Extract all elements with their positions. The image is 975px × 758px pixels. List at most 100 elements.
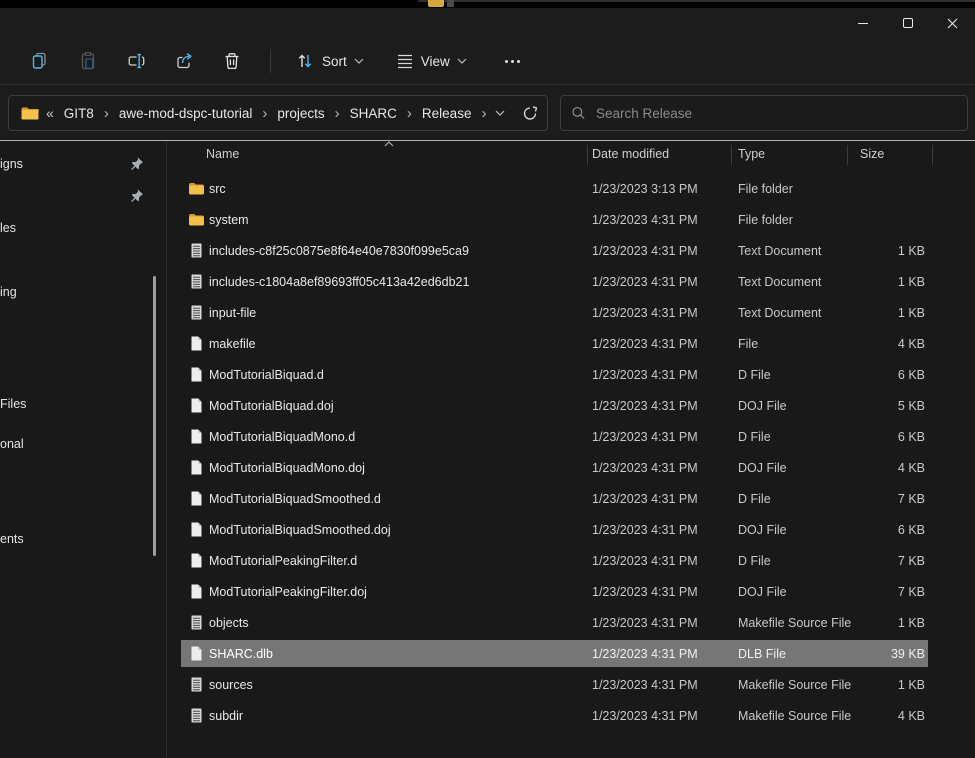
minimize-button[interactable] bbox=[840, 8, 885, 38]
tab-folder-icon bbox=[428, 0, 444, 7]
search-input[interactable] bbox=[596, 106, 957, 121]
file-row[interactable]: includes-c8f25c0875e8f64e40e7830f099e5ca… bbox=[168, 235, 975, 266]
breadcrumb-item[interactable]: awe-mod-dspc-tutorial bbox=[117, 106, 255, 121]
view-label: View bbox=[421, 54, 450, 69]
file-type-icon bbox=[188, 614, 205, 631]
sidebar-item[interactable]: igns bbox=[0, 155, 160, 173]
file-row[interactable]: ModTutorialBiquad.d 1/23/2023 4:31 PM D … bbox=[168, 359, 975, 390]
column-header-size[interactable]: Size bbox=[860, 147, 884, 161]
file-row[interactable]: includes-c1804a8ef89693ff05c413a42ed6db2… bbox=[168, 266, 975, 297]
paste-button[interactable] bbox=[64, 44, 112, 78]
file-name: ModTutorialBiquadMono.doj bbox=[209, 461, 365, 475]
paste-icon bbox=[78, 51, 98, 71]
refresh-icon[interactable] bbox=[521, 104, 539, 122]
file-row[interactable]: ModTutorialBiquad.doj 1/23/2023 4:31 PM … bbox=[168, 390, 975, 421]
sidebar-item[interactable]: ing bbox=[0, 283, 160, 301]
breadcrumb-item[interactable]: SHARC bbox=[348, 106, 399, 121]
navigation-pane: igns les ing Files onal ents bbox=[0, 141, 167, 758]
file-type-icon bbox=[188, 273, 205, 290]
sidebar-item[interactable]: ents bbox=[0, 530, 160, 548]
column-separator[interactable] bbox=[932, 145, 933, 165]
search-box bbox=[560, 95, 968, 131]
text-document-icon bbox=[188, 242, 205, 259]
file-row[interactable]: ModTutorialBiquadMono.doj 1/23/2023 4:31… bbox=[168, 452, 975, 483]
view-button[interactable]: View bbox=[388, 44, 475, 78]
column-separator[interactable] bbox=[731, 145, 732, 165]
file-row[interactable]: ModTutorialBiquadMono.d 1/23/2023 4:31 P… bbox=[168, 421, 975, 452]
file-row[interactable]: makefile 1/23/2023 4:31 PM File 4 KB bbox=[168, 328, 975, 359]
file-size: 1 KB bbox=[768, 244, 925, 258]
address-bar[interactable]: « GIT8›awe-mod-dspc-tutorial›projects›SH… bbox=[8, 95, 548, 131]
text-document-icon bbox=[188, 273, 205, 290]
file-icon bbox=[188, 397, 205, 414]
file-row[interactable]: input-file 1/23/2023 4:31 PM Text Docume… bbox=[168, 297, 975, 328]
file-type: File bbox=[738, 337, 758, 351]
file-name: includes-c8f25c0875e8f64e40e7830f099e5ca… bbox=[209, 244, 469, 258]
breadcrumb-item[interactable]: Release bbox=[420, 106, 474, 121]
file-size: 6 KB bbox=[768, 368, 925, 382]
sidebar-item[interactable]: onal bbox=[0, 435, 160, 453]
sidebar-item-label: ing bbox=[0, 285, 17, 299]
file-type-icon bbox=[188, 459, 205, 476]
file-row[interactable]: objects 1/23/2023 4:31 PM Makefile Sourc… bbox=[168, 607, 975, 638]
file-row[interactable]: ModTutorialBiquadSmoothed.doj 1/23/2023 … bbox=[168, 514, 975, 545]
pin-icon bbox=[129, 188, 144, 203]
file-name: ModTutorialPeakingFilter.doj bbox=[209, 585, 367, 599]
file-name: objects bbox=[209, 616, 249, 630]
text-document-icon bbox=[188, 707, 205, 724]
file-size: 39 KB bbox=[768, 647, 925, 661]
file-type: D File bbox=[738, 368, 771, 382]
sidebar-item-label: les bbox=[0, 221, 16, 235]
sidebar-scrollbar[interactable] bbox=[153, 276, 156, 556]
window-controls bbox=[840, 8, 975, 38]
file-type: D File bbox=[738, 492, 771, 506]
sidebar-item[interactable] bbox=[0, 187, 160, 205]
file-date-modified: 1/23/2023 4:31 PM bbox=[592, 430, 698, 444]
file-type-icon bbox=[188, 366, 205, 383]
sidebar-item[interactable]: Files bbox=[0, 395, 160, 413]
file-date-modified: 1/23/2023 4:31 PM bbox=[592, 368, 698, 382]
rename-button[interactable] bbox=[112, 44, 160, 78]
sidebar-item[interactable]: les bbox=[0, 219, 160, 237]
file-name: ModTutorialBiquadMono.d bbox=[209, 430, 355, 444]
column-header-date-modified[interactable]: Date modified bbox=[592, 147, 669, 161]
file-name: subdir bbox=[209, 709, 243, 723]
text-document-icon bbox=[188, 614, 205, 631]
file-row[interactable]: subdir 1/23/2023 4:31 PM Makefile Source… bbox=[168, 700, 975, 731]
close-button[interactable] bbox=[930, 8, 975, 38]
breadcrumb-overflow-chevron[interactable]: « bbox=[46, 105, 54, 121]
file-type-icon bbox=[188, 211, 205, 228]
trash-icon bbox=[222, 51, 242, 71]
file-type-icon bbox=[188, 707, 205, 724]
file-row[interactable]: sources 1/23/2023 4:31 PM Makefile Sourc… bbox=[168, 669, 975, 700]
sort-button[interactable]: Sort bbox=[287, 44, 372, 78]
copy-button[interactable] bbox=[16, 44, 64, 78]
file-row[interactable]: src 1/23/2023 3:13 PM File folder bbox=[168, 173, 975, 204]
file-date-modified: 1/23/2023 4:31 PM bbox=[592, 213, 698, 227]
rename-icon bbox=[126, 51, 146, 71]
see-more-button[interactable] bbox=[497, 44, 528, 78]
file-row[interactable]: SHARC.dlb 1/23/2023 4:31 PM DLB File 39 … bbox=[168, 638, 975, 669]
file-row[interactable]: ModTutorialPeakingFilter.doj 1/23/2023 4… bbox=[168, 576, 975, 607]
file-type-icon bbox=[188, 428, 205, 445]
column-separator[interactable] bbox=[847, 145, 848, 165]
file-size: 1 KB bbox=[768, 678, 925, 692]
file-row[interactable]: ModTutorialPeakingFilter.d 1/23/2023 4:3… bbox=[168, 545, 975, 576]
share-button[interactable] bbox=[160, 44, 208, 78]
file-explorer-window: Sort View « GIT8›awe-mod-dspc-tutorial›p… bbox=[0, 0, 975, 758]
address-dropdown-chevron[interactable] bbox=[495, 110, 505, 116]
file-date-modified: 1/23/2023 4:31 PM bbox=[592, 616, 698, 630]
column-header-type[interactable]: Type bbox=[738, 147, 765, 161]
file-row[interactable]: ModTutorialBiquadSmoothed.d 1/23/2023 4:… bbox=[168, 483, 975, 514]
breadcrumb-separator: › bbox=[96, 105, 117, 122]
maximize-button[interactable] bbox=[885, 8, 930, 38]
file-icon bbox=[188, 490, 205, 507]
breadcrumb-item[interactable]: projects bbox=[275, 106, 326, 121]
file-row[interactable]: system 1/23/2023 4:31 PM File folder bbox=[168, 204, 975, 235]
delete-button[interactable] bbox=[208, 44, 256, 78]
column-header-name[interactable]: Name bbox=[206, 147, 239, 161]
file-date-modified: 1/23/2023 4:31 PM bbox=[592, 399, 698, 413]
tab-fragment bbox=[447, 0, 454, 7]
breadcrumb-item[interactable]: GIT8 bbox=[62, 106, 96, 121]
column-separator[interactable] bbox=[587, 145, 588, 165]
